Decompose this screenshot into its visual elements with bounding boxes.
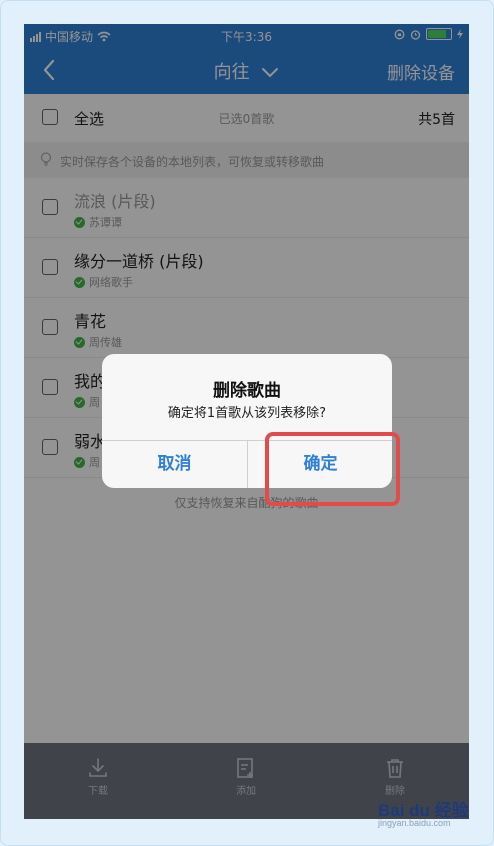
dialog-title: 删除歌曲	[213, 381, 281, 401]
dialog-message: 确定将1首歌从该列表移除?	[167, 406, 327, 421]
cancel-button[interactable]: 取消	[102, 441, 247, 488]
highlight-box	[265, 432, 400, 506]
baidu-jingyan-watermark: Bai du 经验 jingyan.baidu.com	[378, 796, 490, 836]
watermark-url: jingyan.baidu.com	[378, 818, 451, 828]
phone-screen: 中国移动 下午3:36 向往 删除设备 全选 已选0首歌 共5首 实时保存各个设…	[24, 24, 469, 819]
